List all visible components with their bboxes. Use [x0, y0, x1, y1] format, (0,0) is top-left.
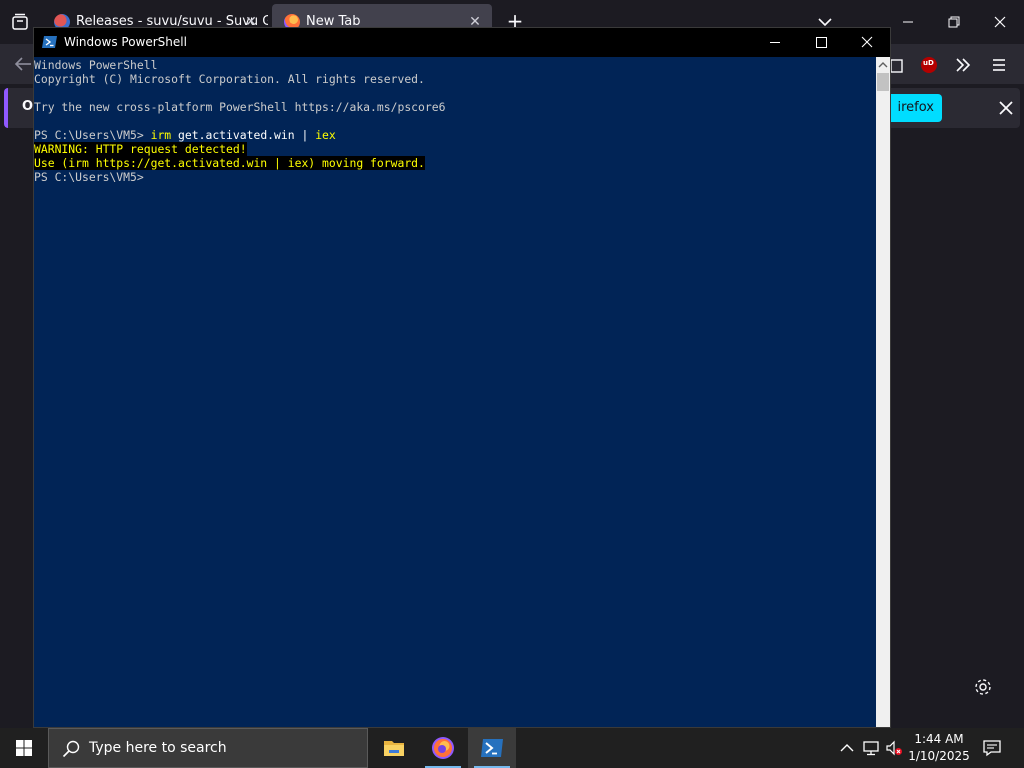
- extension-badge: uD: [923, 59, 934, 67]
- minimize-icon[interactable]: [752, 28, 798, 57]
- hamburger-menu-icon[interactable]: [988, 54, 1010, 76]
- volume-muted-icon[interactable]: [884, 738, 904, 758]
- console-prompt: PS C:\Users\VM5>: [34, 128, 151, 142]
- powershell-titlebar[interactable]: Windows PowerShell: [34, 28, 890, 57]
- folder-icon: [384, 741, 404, 756]
- taskbar-search-box[interactable]: Type here to search: [48, 728, 368, 768]
- powershell-icon: [481, 739, 503, 757]
- warning-text: WARNING: HTTP request detected!: [34, 142, 247, 156]
- close-icon[interactable]: [994, 96, 1018, 120]
- command-keyword: irm: [150, 128, 172, 142]
- powershell-window[interactable]: Windows PowerShell Windows PowerShell Cop…: [33, 27, 891, 728]
- search-placeholder: Type here to search: [89, 740, 227, 756]
- overflow-chevrons-icon[interactable]: [952, 54, 974, 76]
- taskbar: Type here to search 1:44 AM 1/10/2025: [0, 728, 1024, 768]
- console-line: Try the new cross-platform PowerShell ht…: [34, 100, 446, 114]
- taskbar-file-explorer[interactable]: [370, 728, 418, 768]
- search-icon: [61, 739, 81, 759]
- tab-manager-icon[interactable]: [8, 10, 32, 34]
- console-command-line: PS C:\Users\VM5> irm get.activated.win |…: [34, 128, 876, 142]
- console-line: Windows PowerShell: [34, 58, 158, 72]
- back-arrow-icon[interactable]: [12, 54, 34, 74]
- scroll-up-arrow-icon[interactable]: [876, 57, 890, 73]
- system-clock[interactable]: 1:44 AM 1/10/2025: [906, 731, 972, 765]
- command-argument: get.activated.win |: [171, 128, 316, 142]
- close-icon[interactable]: [844, 28, 890, 57]
- command-keyword: iex: [315, 128, 336, 142]
- network-icon[interactable]: [861, 738, 881, 758]
- taskbar-firefox[interactable]: [419, 728, 467, 768]
- powershell-icon: [42, 34, 58, 50]
- console-warning-line: WARNING: HTTP request detected!: [34, 142, 876, 156]
- console-line: Copyright (C) Microsoft Corporation. All…: [34, 72, 425, 86]
- warning-text: Use (irm https://get.activated.win | iex…: [34, 156, 425, 170]
- scrollbar-thumb[interactable]: [877, 73, 889, 91]
- clock-date: 1/10/2025: [908, 749, 970, 763]
- minimize-icon[interactable]: [892, 6, 924, 38]
- windows-start-icon[interactable]: [0, 728, 48, 768]
- window-title: Windows PowerShell: [64, 35, 187, 49]
- console-output[interactable]: Windows PowerShell Copyright (C) Microsof…: [34, 57, 876, 727]
- notification-center-icon[interactable]: [980, 736, 1004, 760]
- taskbar-powershell[interactable]: [468, 728, 516, 768]
- clock-time: 1:44 AM: [914, 732, 964, 746]
- close-icon[interactable]: [984, 6, 1016, 38]
- chevron-up-icon[interactable]: [837, 738, 857, 758]
- console-prompt-line[interactable]: PS C:\Users\VM5>: [34, 170, 876, 184]
- restore-icon[interactable]: [938, 6, 970, 38]
- gear-icon[interactable]: [972, 676, 994, 698]
- firefox-icon: [432, 737, 454, 759]
- ublock-origin-icon[interactable]: uD: [918, 54, 940, 76]
- console-warning-line: Use (irm https://get.activated.win | iex…: [34, 156, 876, 170]
- maximize-icon[interactable]: [798, 28, 844, 57]
- vertical-scrollbar[interactable]: [876, 57, 890, 727]
